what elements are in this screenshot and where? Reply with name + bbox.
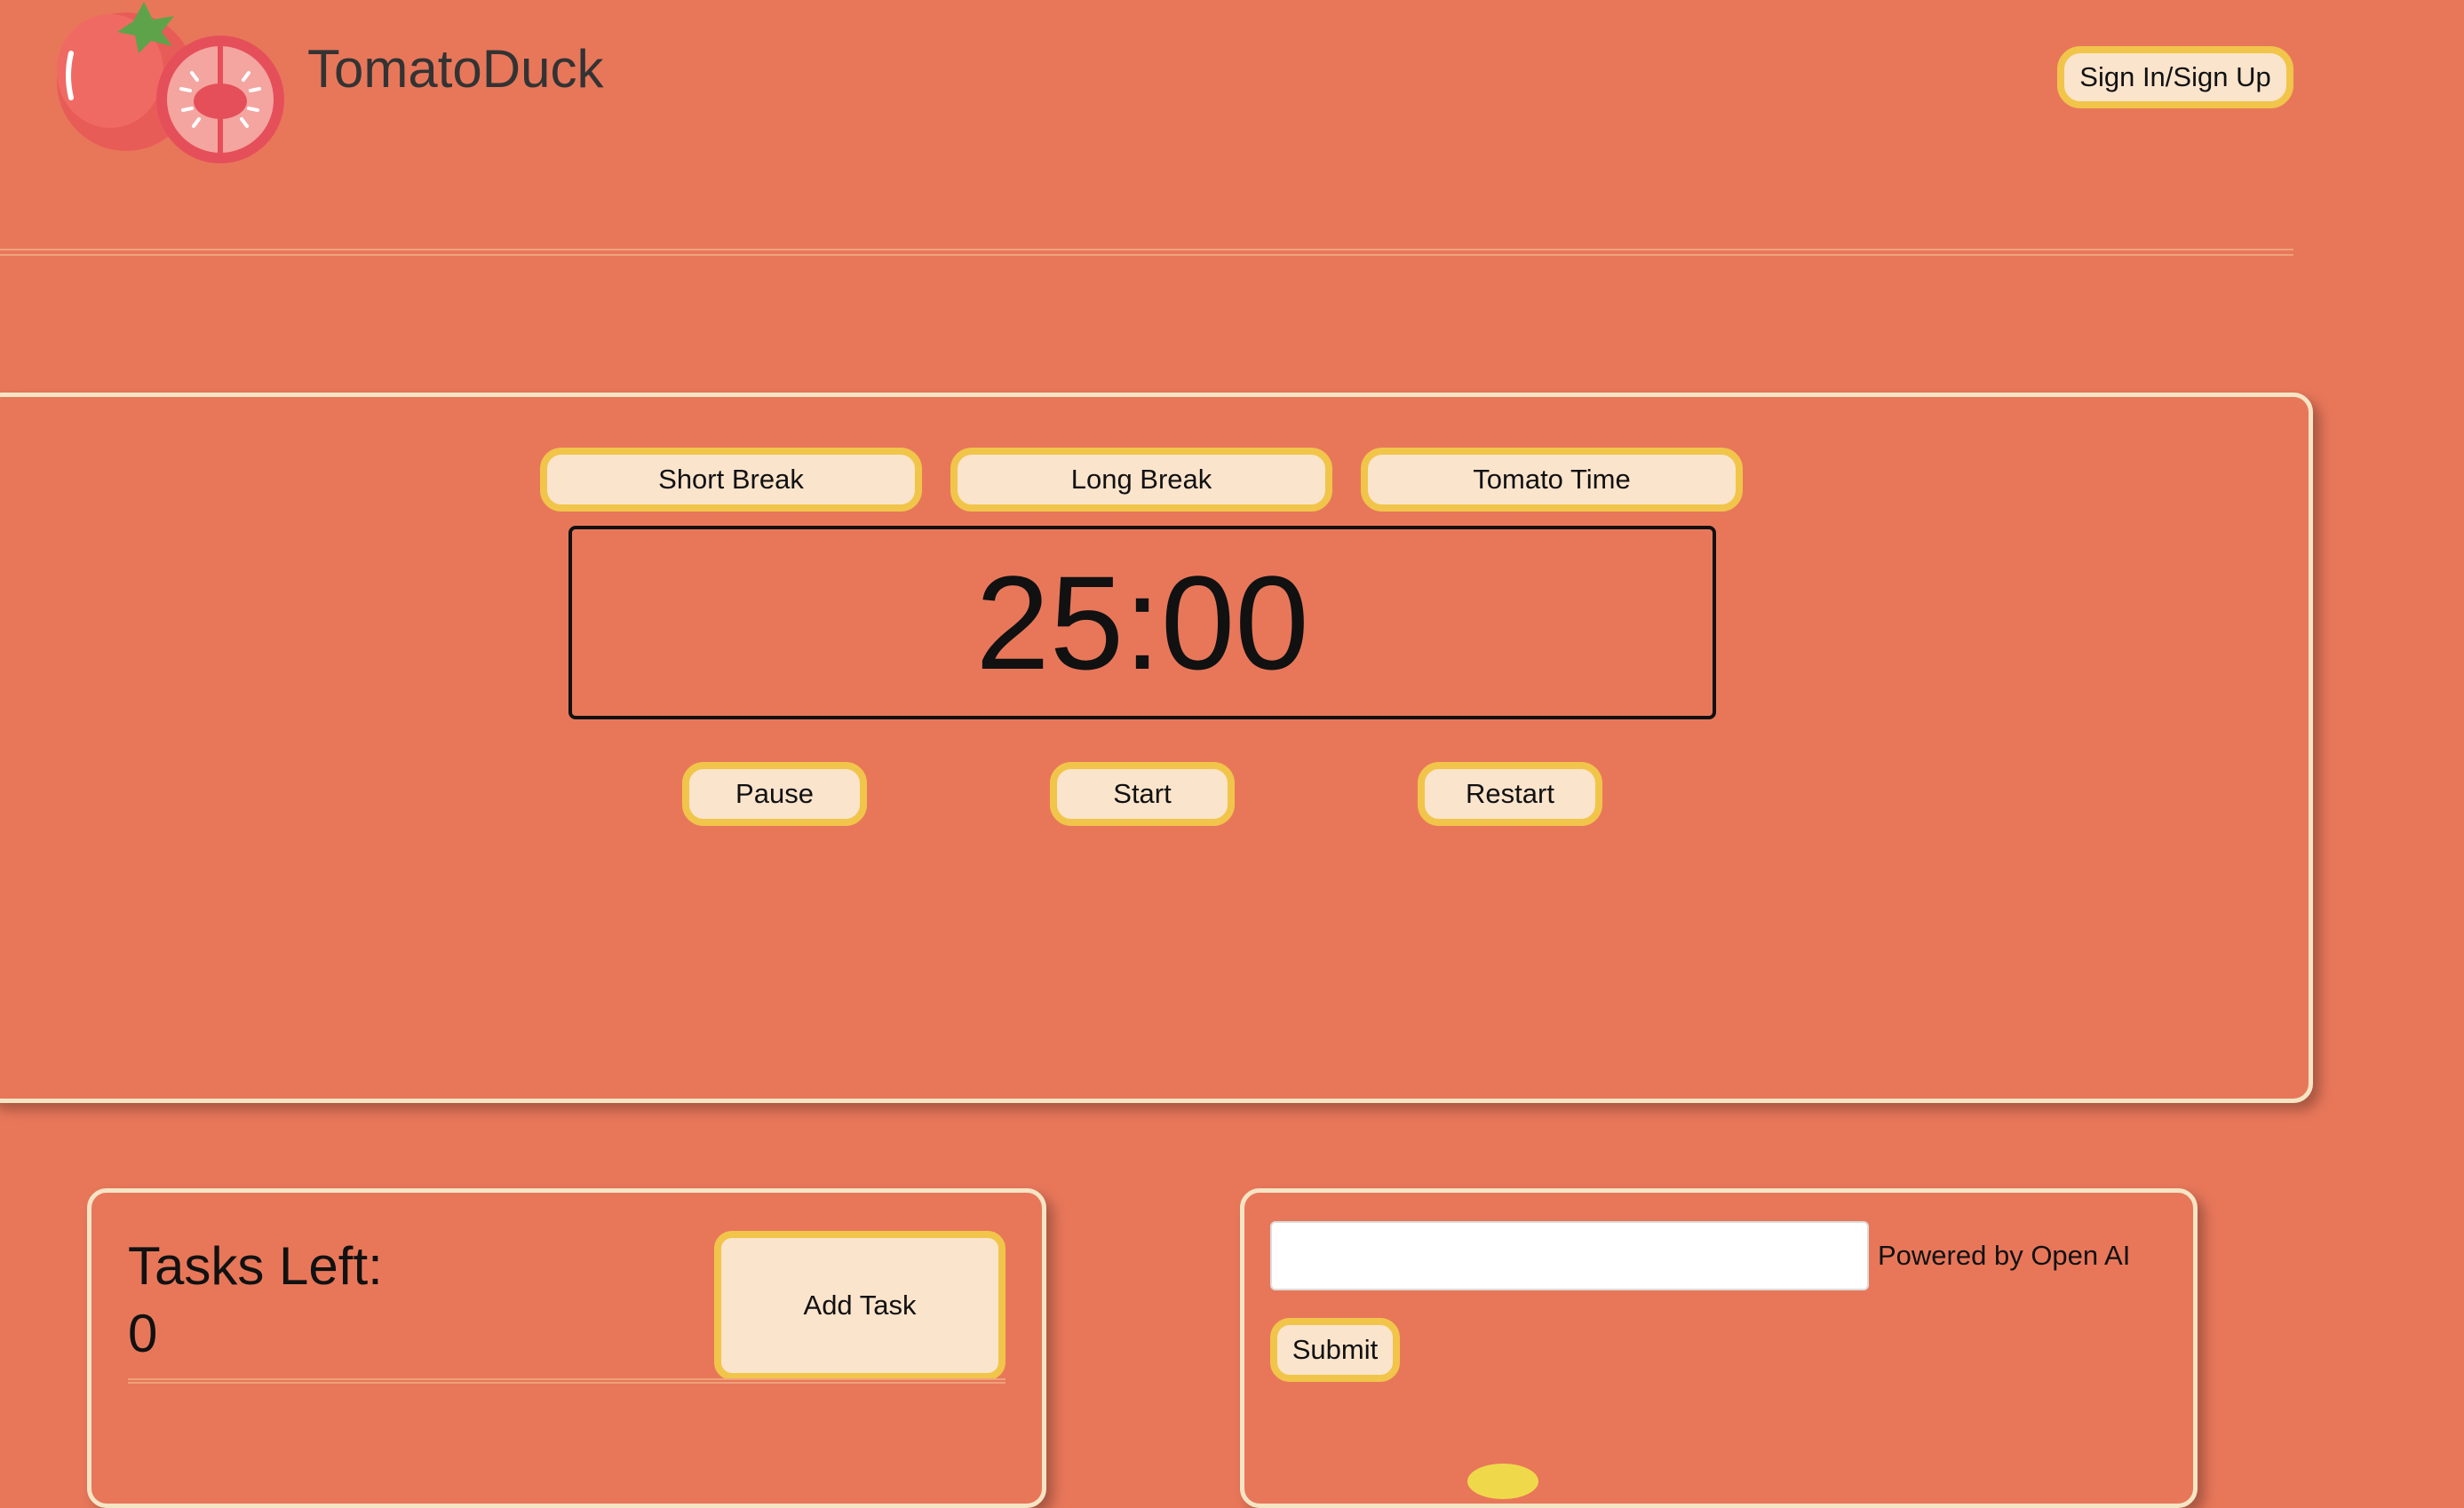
header-divider (0, 249, 2293, 256)
sign-in-button[interactable]: Sign In/Sign Up (2057, 46, 2293, 108)
pause-button[interactable]: Pause (682, 762, 867, 826)
tomato-time-button[interactable]: Tomato Time (1361, 448, 1743, 512)
timer-display: 25:00 (568, 526, 1716, 719)
tasks-left-title: Tasks Left: (128, 1236, 383, 1296)
tasks-divider (128, 1378, 1005, 1384)
add-task-button[interactable]: Add Task (714, 1231, 1005, 1380)
tomato-logo-icon (39, 0, 306, 167)
submit-button[interactable]: Submit (1270, 1318, 1400, 1382)
start-button[interactable]: Start (1050, 762, 1235, 826)
brand-name: TomatoDuck (307, 39, 604, 99)
restart-button[interactable]: Restart (1418, 762, 1602, 826)
duck-icon (1467, 1464, 1538, 1499)
short-break-button[interactable]: Short Break (540, 448, 922, 512)
long-break-button[interactable]: Long Break (950, 448, 1332, 512)
tasks-left-count: 0 (128, 1304, 158, 1363)
powered-by-label: Powered by Open AI (1878, 1240, 2131, 1271)
ai-prompt-input[interactable] (1270, 1221, 1869, 1290)
